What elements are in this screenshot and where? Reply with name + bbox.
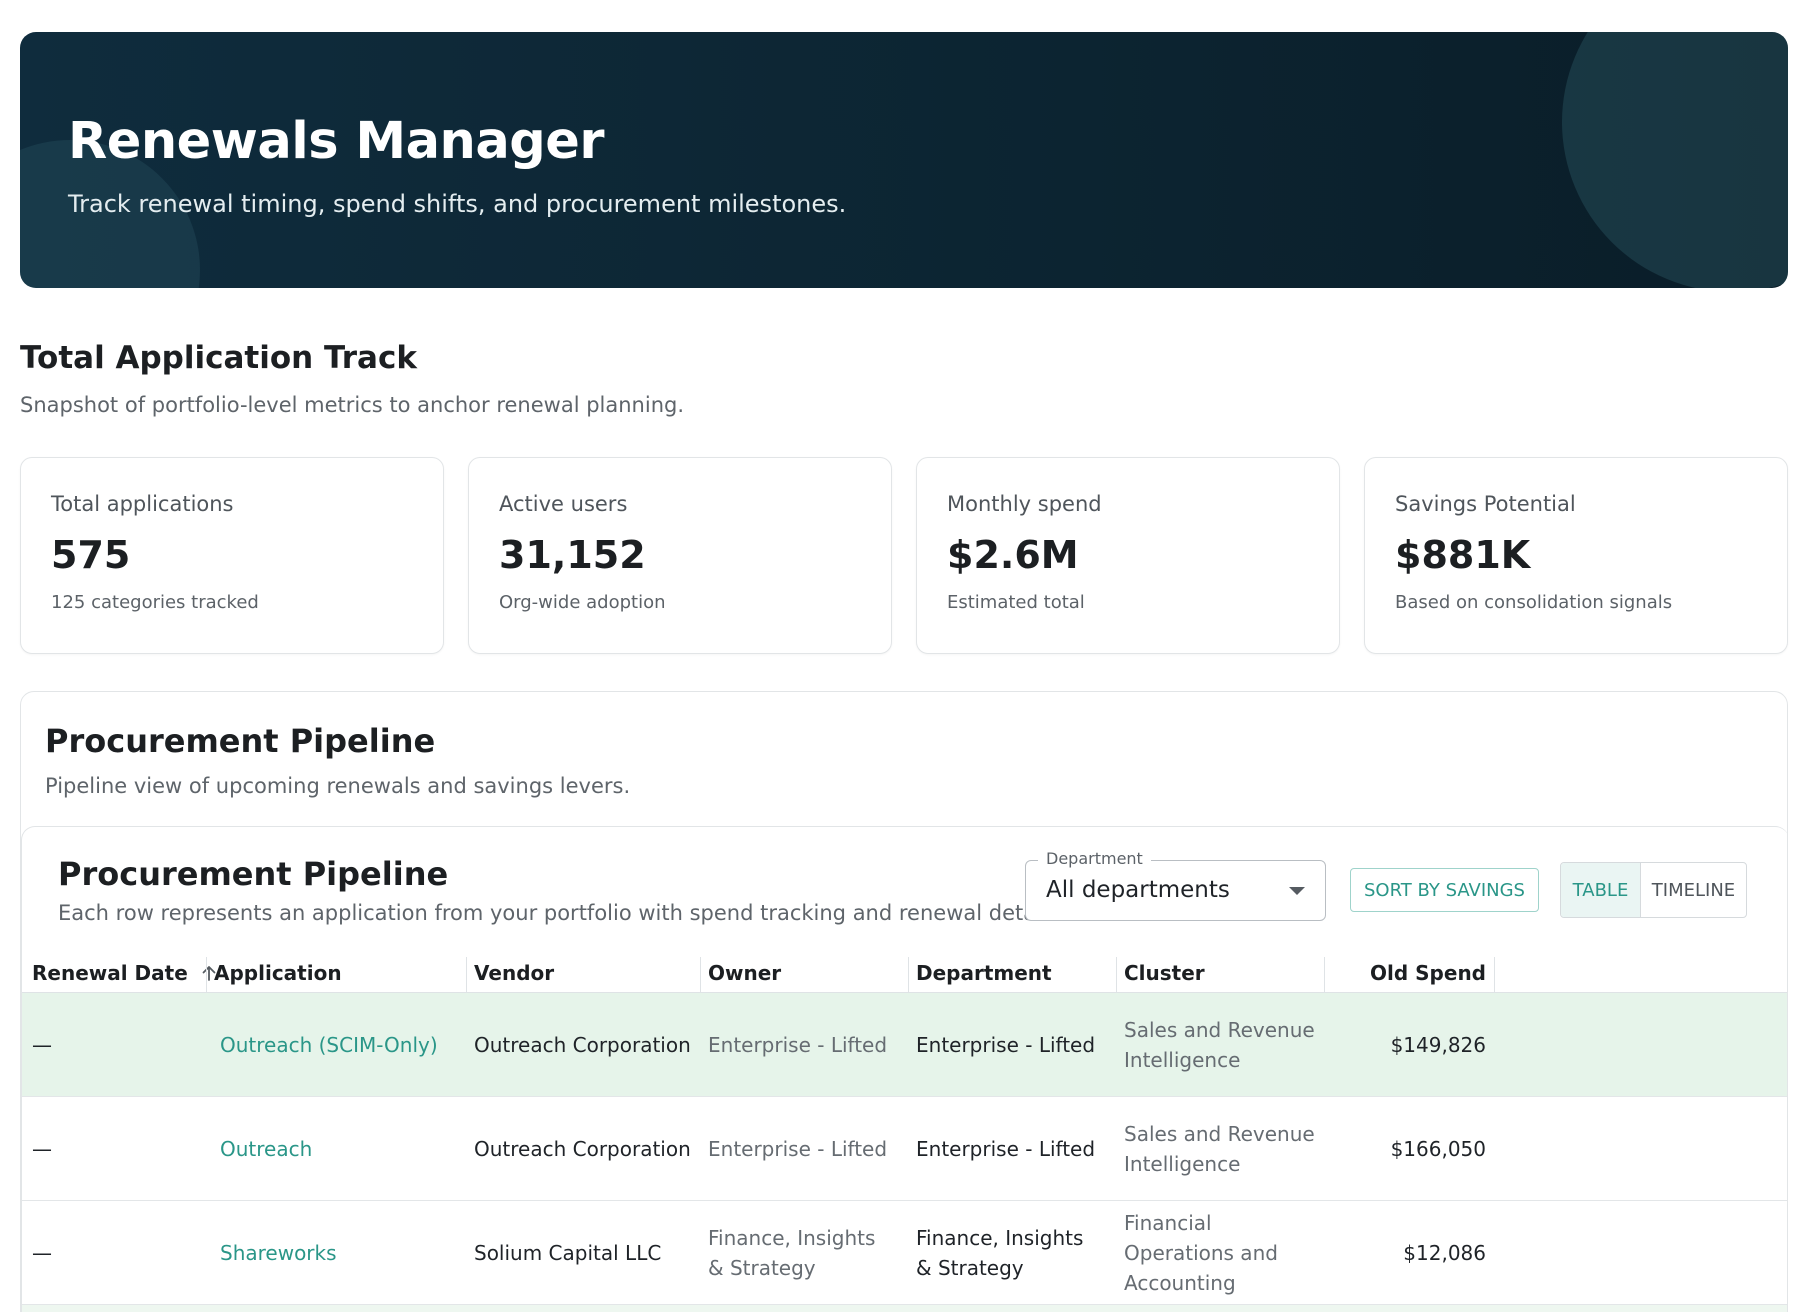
- cell-department: Enterprise - Lifted: [916, 1033, 1096, 1057]
- table-row[interactable]: — Shareworks Solium Capital LLC Finance,…: [22, 1201, 1787, 1305]
- cell-vendor: Outreach Corporation: [474, 1137, 691, 1161]
- cell-department: Finance, Insights & Strategy: [916, 1226, 1084, 1280]
- cell-cluster: Sales and Revenue Intelligence: [1124, 1122, 1315, 1176]
- column-divider[interactable]: [206, 957, 207, 993]
- sort-by-savings-button[interactable]: SORT BY SAVINGS: [1350, 868, 1539, 912]
- pipeline-section: Procurement Pipeline Pipeline view of up…: [20, 691, 1788, 1312]
- cell-department: Enterprise - Lifted: [916, 1137, 1096, 1161]
- application-link[interactable]: Shareworks: [220, 1201, 337, 1305]
- metric-card-total-applications: Total applications 575 125 categories tr…: [20, 457, 444, 654]
- cell-old-spend: $166,050: [1390, 1137, 1486, 1161]
- caret-down-icon: [1289, 887, 1305, 895]
- metric-note: 125 categories tracked: [51, 592, 259, 613]
- metric-label: Active users: [499, 492, 628, 516]
- metric-label: Monthly spend: [947, 492, 1102, 516]
- column-header-department[interactable]: Department: [916, 953, 1052, 993]
- summary-subtitle: Snapshot of portfolio-level metrics to a…: [20, 393, 685, 417]
- hero-banner: Renewals Manager Track renewal timing, s…: [20, 32, 1788, 288]
- pipeline-subtitle: Pipeline view of upcoming renewals and s…: [45, 774, 631, 798]
- column-header-renewal-date[interactable]: Renewal Date: [32, 953, 218, 993]
- department-select-value: All departments: [1046, 877, 1230, 903]
- column-header-vendor[interactable]: Vendor: [474, 953, 554, 993]
- cell-owner: Enterprise - Lifted: [708, 1033, 888, 1057]
- department-select[interactable]: Department All departments: [1025, 849, 1326, 921]
- cell-renewal-date: —: [32, 1033, 52, 1057]
- column-header-label: Renewal Date: [32, 961, 188, 985]
- metric-note: Based on consolidation signals: [1395, 592, 1673, 613]
- department-select-label: Department: [1038, 849, 1151, 868]
- table-row[interactable]: — Outreach Outreach Corporation Enterpri…: [22, 1097, 1787, 1201]
- application-link[interactable]: Outreach: [220, 1097, 312, 1201]
- cell-old-spend: $12,086: [1403, 1241, 1486, 1265]
- summary-title: Total Application Track: [20, 340, 417, 376]
- view-table-button[interactable]: TABLE: [1561, 863, 1641, 917]
- column-divider[interactable]: [908, 957, 909, 993]
- cell-owner: Enterprise - Lifted: [708, 1137, 888, 1161]
- metric-label: Total applications: [51, 492, 234, 516]
- panel-title: Procurement Pipeline: [58, 855, 449, 893]
- cell-vendor: Solium Capital LLC: [474, 1241, 662, 1265]
- table-row[interactable]: [22, 1305, 1787, 1312]
- page-subtitle: Track renewal timing, spend shifts, and …: [68, 190, 847, 218]
- column-divider[interactable]: [700, 957, 701, 993]
- cell-renewal-date: —: [32, 1137, 52, 1161]
- table-header: Renewal Date Application Vendor Owner De…: [22, 953, 1787, 993]
- pipeline-table: Renewal Date Application Vendor Owner De…: [22, 953, 1787, 1312]
- view-timeline-button[interactable]: TIMELINE: [1641, 863, 1746, 917]
- metric-card-monthly-spend: Monthly spend $2.6M Estimated total: [916, 457, 1340, 654]
- metric-value: 31,152: [499, 533, 646, 577]
- metric-note: Org-wide adoption: [499, 592, 666, 613]
- column-divider[interactable]: [1324, 957, 1325, 993]
- column-divider[interactable]: [1494, 957, 1495, 993]
- metric-value: 575: [51, 533, 131, 577]
- cell-cluster: Sales and Revenue Intelligence: [1124, 1018, 1315, 1072]
- metric-card-savings-potential: Savings Potential $881K Based on consoli…: [1364, 457, 1788, 654]
- pipeline-title: Procurement Pipeline: [45, 722, 436, 760]
- column-divider[interactable]: [466, 957, 467, 993]
- column-header-old-spend[interactable]: Old Spend: [1334, 953, 1486, 993]
- metric-card-active-users: Active users 31,152 Org-wide adoption: [468, 457, 892, 654]
- column-header-owner[interactable]: Owner: [708, 953, 781, 993]
- decorative-circle: [1562, 32, 1788, 288]
- cell-old-spend: $149,826: [1390, 1033, 1486, 1057]
- panel-subtitle: Each row represents an application from …: [58, 901, 1066, 925]
- column-divider[interactable]: [1116, 957, 1117, 993]
- metric-value: $2.6M: [947, 533, 1079, 577]
- cell-vendor: Outreach Corporation: [474, 1033, 691, 1057]
- metric-value: $881K: [1395, 533, 1531, 577]
- cell-owner: Finance, Insights & Strategy: [708, 1226, 876, 1280]
- pipeline-panel: Procurement Pipeline Each row represents…: [21, 826, 1787, 1312]
- cell-renewal-date: —: [32, 1241, 52, 1265]
- view-toggle: TABLE TIMELINE: [1560, 862, 1747, 918]
- cell-cluster: Financial Operations and Accounting: [1124, 1211, 1278, 1295]
- metric-label: Savings Potential: [1395, 492, 1576, 516]
- table-row[interactable]: — Outreach (SCIM-Only) Outreach Corporat…: [22, 993, 1787, 1097]
- application-link[interactable]: Outreach (SCIM-Only): [220, 993, 438, 1097]
- column-header-application[interactable]: Application: [214, 953, 342, 993]
- page-title: Renewals Manager: [68, 112, 605, 171]
- metric-note: Estimated total: [947, 592, 1085, 613]
- column-header-cluster[interactable]: Cluster: [1124, 953, 1205, 993]
